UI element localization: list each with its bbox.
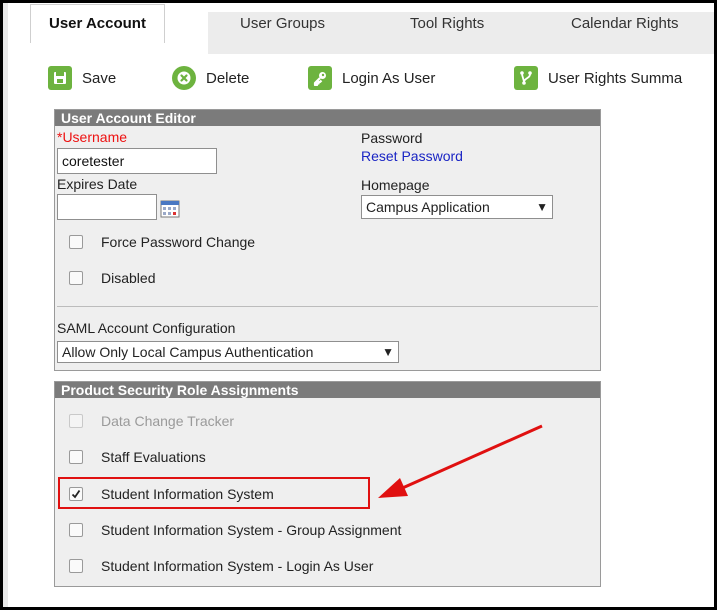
left-edge — [3, 3, 8, 607]
checkbox-box[interactable] — [69, 235, 83, 249]
disabled-checkbox[interactable]: Disabled — [69, 270, 155, 286]
homepage-value: Campus Application — [366, 199, 490, 215]
panel-header: User Account Editor — [55, 110, 600, 126]
delete-icon — [172, 66, 196, 90]
homepage-label: Homepage — [361, 177, 430, 193]
checkbox-box — [69, 414, 83, 428]
role-sis-login-as-user[interactable]: Student Information System - Login As Us… — [69, 558, 373, 574]
checkbox-box[interactable] — [69, 523, 83, 537]
saml-config-label: SAML Account Configuration — [57, 320, 236, 336]
branch-icon — [514, 66, 538, 90]
username-label: *Username — [57, 129, 128, 145]
save-label: Save — [82, 69, 117, 87]
login-as-user-label: Login As User — [342, 69, 436, 87]
panel-header: Product Security Role Assignments — [55, 382, 600, 398]
role-sis-group-assignment[interactable]: Student Information System - Group Assig… — [69, 522, 401, 538]
chevron-down-icon: ▼ — [382, 345, 394, 359]
highlight-box — [58, 477, 370, 509]
save-button[interactable]: Save — [48, 64, 116, 92]
username-input[interactable] — [57, 148, 217, 174]
saml-config-select[interactable]: Allow Only Local Campus Authentication ▼ — [57, 341, 399, 363]
checkbox-box[interactable] — [69, 271, 83, 285]
save-icon — [48, 66, 72, 90]
annotation-arrow — [378, 424, 543, 498]
force-password-change-checkbox[interactable]: Force Password Change — [69, 234, 255, 250]
toolbar: Save Delete Login As User User Rights Su… — [48, 60, 714, 96]
role-label: Student Information System - Login As Us… — [101, 558, 374, 574]
role-label: Staff Evaluations — [101, 449, 206, 465]
expires-date-label: Expires Date — [57, 176, 138, 192]
role-label: Student Information System - Group Assig… — [101, 522, 402, 538]
chevron-down-icon: ▼ — [536, 200, 548, 214]
force-password-change-label: Force Password Change — [101, 234, 256, 250]
key-icon — [308, 66, 332, 90]
checkbox-box[interactable] — [69, 559, 83, 573]
password-label: Password — [361, 130, 423, 146]
tab-user-account[interactable]: User Account — [30, 4, 165, 43]
role-staff-evaluations[interactable]: Staff Evaluations — [69, 449, 206, 465]
checkbox-box[interactable] — [69, 450, 83, 464]
tab-calendar-rights[interactable]: Calendar Rights — [571, 6, 679, 42]
saml-config-value: Allow Only Local Campus Authentication — [62, 344, 314, 360]
role-data-change-tracker: Data Change Tracker — [69, 413, 234, 429]
divider — [57, 306, 598, 307]
calendar-icon[interactable] — [160, 200, 180, 218]
role-label: Data Change Tracker — [101, 413, 235, 429]
login-as-user-button[interactable]: Login As User — [308, 64, 435, 92]
user-rights-summary-button[interactable]: User Rights Summa — [514, 64, 682, 92]
user-rights-summary-label: User Rights Summa — [548, 69, 683, 87]
homepage-select[interactable]: Campus Application ▼ — [361, 195, 553, 219]
disabled-label: Disabled — [101, 270, 156, 286]
delete-button[interactable]: Delete — [172, 64, 249, 92]
delete-label: Delete — [206, 69, 250, 87]
user-account-editor-panel: User Account Editor *Username Password R… — [54, 109, 601, 371]
tab-tool-rights[interactable]: Tool Rights — [410, 6, 484, 42]
expires-date-input[interactable] — [57, 194, 157, 220]
reset-password-link[interactable]: Reset Password — [361, 148, 463, 164]
tab-user-groups[interactable]: User Groups — [240, 6, 325, 42]
